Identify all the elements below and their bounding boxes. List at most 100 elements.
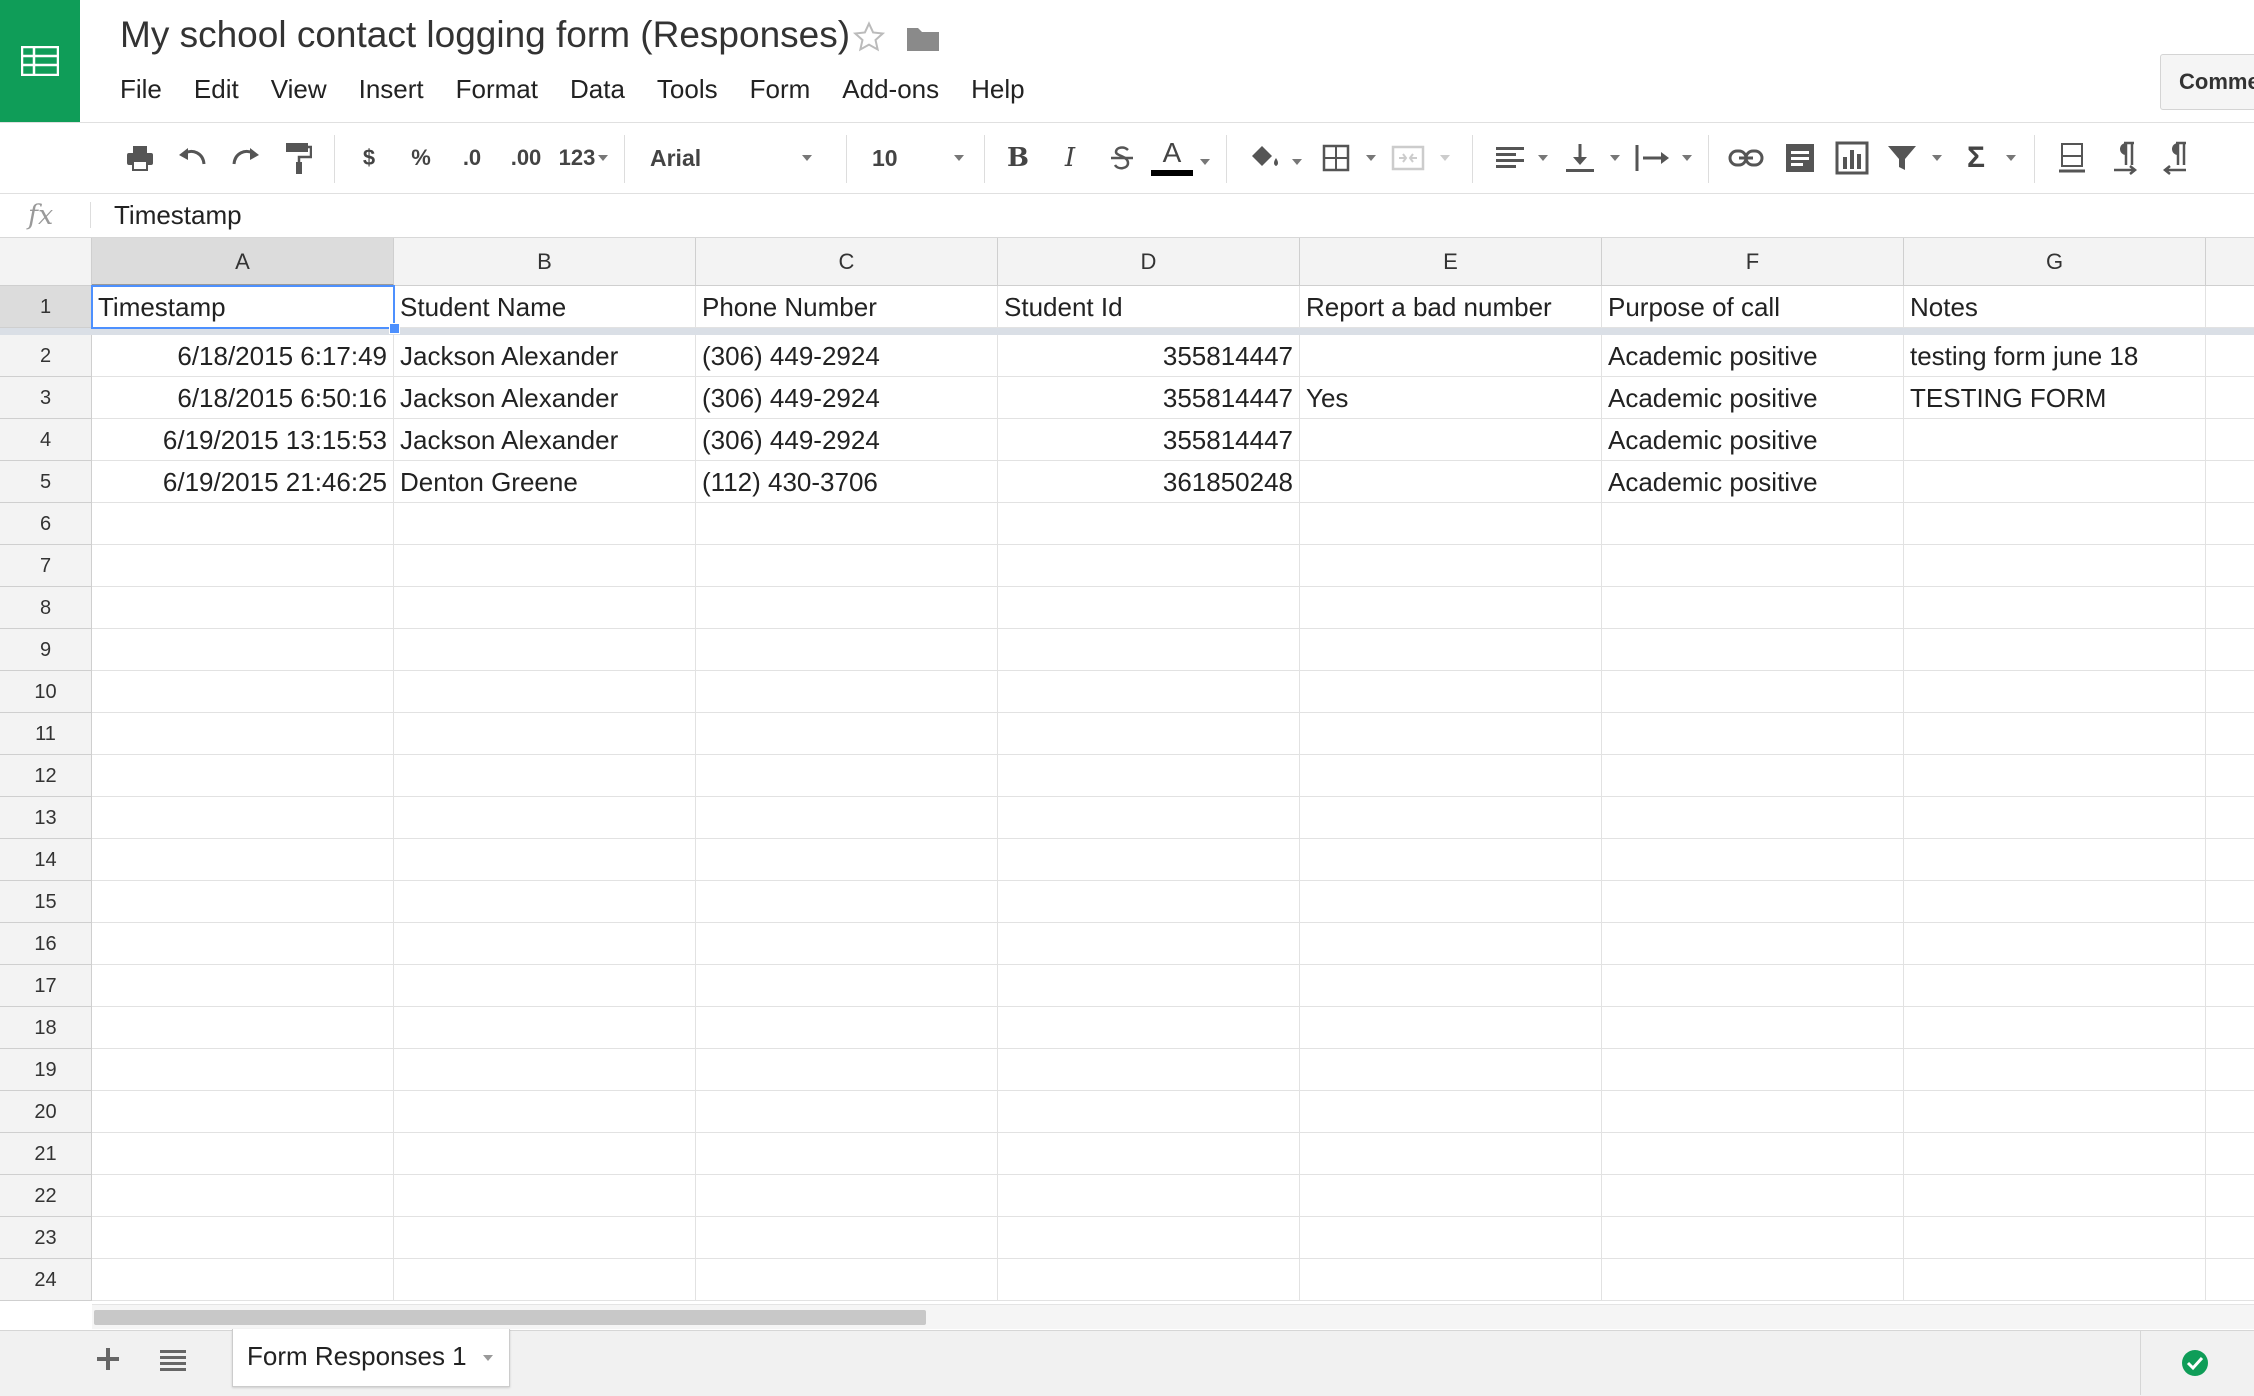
menu-form[interactable]: Form bbox=[750, 72, 811, 107]
cell-a14[interactable] bbox=[92, 839, 394, 881]
cell-e15[interactable] bbox=[1300, 881, 1602, 923]
cell-e17[interactable] bbox=[1300, 965, 1602, 1007]
cell-e16[interactable] bbox=[1300, 923, 1602, 965]
cell-b2[interactable]: Jackson Alexander bbox=[394, 335, 696, 377]
cell-f20[interactable] bbox=[1602, 1091, 1904, 1133]
cell-d17[interactable] bbox=[998, 965, 1300, 1007]
menu-tools[interactable]: Tools bbox=[657, 72, 718, 107]
column-header-d[interactable]: D bbox=[998, 238, 1300, 286]
cell-d9[interactable] bbox=[998, 629, 1300, 671]
cell-g1[interactable]: Notes bbox=[1904, 286, 2206, 328]
cell-g16[interactable] bbox=[1904, 923, 2206, 965]
grid-cell-filler[interactable] bbox=[2206, 923, 2254, 965]
cell-c4[interactable]: (306) 449-2924 bbox=[696, 419, 998, 461]
menu-help[interactable]: Help bbox=[971, 72, 1024, 107]
cell-d7[interactable] bbox=[998, 545, 1300, 587]
cell-c7[interactable] bbox=[696, 545, 998, 587]
cell-f13[interactable] bbox=[1602, 797, 1904, 839]
cell-f3[interactable]: Academic positive bbox=[1602, 377, 1904, 419]
grid-cell-filler[interactable] bbox=[2206, 503, 2254, 545]
cell-b21[interactable] bbox=[394, 1133, 696, 1175]
cell-e13[interactable] bbox=[1300, 797, 1602, 839]
cell-b4[interactable]: Jackson Alexander bbox=[394, 419, 696, 461]
cell-g8[interactable] bbox=[1904, 587, 2206, 629]
grid-cell-filler[interactable] bbox=[2206, 1259, 2254, 1301]
cell-a18[interactable] bbox=[92, 1007, 394, 1049]
row-header-18[interactable]: 18 bbox=[0, 1007, 92, 1049]
functions-icon[interactable]: Σ bbox=[1958, 123, 1994, 193]
cell-a11[interactable] bbox=[92, 713, 394, 755]
cell-g5[interactable] bbox=[1904, 461, 2206, 503]
grid-cell-filler[interactable] bbox=[2206, 965, 2254, 1007]
insert-link-icon[interactable] bbox=[1726, 123, 1766, 193]
cell-a20[interactable] bbox=[92, 1091, 394, 1133]
cell-g22[interactable] bbox=[1904, 1175, 2206, 1217]
grid-cell-filler[interactable] bbox=[2206, 1007, 2254, 1049]
cell-d6[interactable] bbox=[998, 503, 1300, 545]
cell-e7[interactable] bbox=[1300, 545, 1602, 587]
cell-f16[interactable] bbox=[1602, 923, 1904, 965]
cell-f7[interactable] bbox=[1602, 545, 1904, 587]
cell-d21[interactable] bbox=[998, 1133, 1300, 1175]
cell-g7[interactable] bbox=[1904, 545, 2206, 587]
rtl-direction-icon[interactable] bbox=[2156, 123, 2196, 193]
cell-f1[interactable]: Purpose of call bbox=[1602, 286, 1904, 328]
grid-cell-filler[interactable] bbox=[2206, 797, 2254, 839]
cell-a23[interactable] bbox=[92, 1217, 394, 1259]
grid-cell-filler[interactable] bbox=[2206, 377, 2254, 419]
cell-g13[interactable] bbox=[1904, 797, 2206, 839]
menu-addons[interactable]: Add-ons bbox=[842, 72, 939, 107]
cell-g21[interactable] bbox=[1904, 1133, 2206, 1175]
grid-cell-filler[interactable] bbox=[2206, 1175, 2254, 1217]
sheet-tab-caret-icon[interactable] bbox=[483, 1355, 493, 1361]
cell-b22[interactable] bbox=[394, 1175, 696, 1217]
cell-f15[interactable] bbox=[1602, 881, 1904, 923]
row-header-9[interactable]: 9 bbox=[0, 629, 92, 671]
cell-c1[interactable]: Phone Number bbox=[696, 286, 998, 328]
row-header-3[interactable]: 3 bbox=[0, 377, 92, 419]
cell-f19[interactable] bbox=[1602, 1049, 1904, 1091]
cell-d8[interactable] bbox=[998, 587, 1300, 629]
cell-a21[interactable] bbox=[92, 1133, 394, 1175]
cell-c22[interactable] bbox=[696, 1175, 998, 1217]
cell-d13[interactable] bbox=[998, 797, 1300, 839]
cell-g4[interactable] bbox=[1904, 419, 2206, 461]
cell-d3[interactable]: 355814447 bbox=[998, 377, 1300, 419]
fill-color-icon[interactable] bbox=[1244, 123, 1288, 193]
grid-cell-filler[interactable] bbox=[2206, 335, 2254, 377]
menu-format[interactable]: Format bbox=[456, 72, 538, 107]
grid-cell-filler[interactable] bbox=[2206, 286, 2254, 328]
cell-b15[interactable] bbox=[394, 881, 696, 923]
cell-c19[interactable] bbox=[696, 1049, 998, 1091]
cell-b24[interactable] bbox=[394, 1259, 696, 1301]
menu-insert[interactable]: Insert bbox=[359, 72, 424, 107]
cell-b13[interactable] bbox=[394, 797, 696, 839]
cell-d18[interactable] bbox=[998, 1007, 1300, 1049]
cell-d4[interactable]: 355814447 bbox=[998, 419, 1300, 461]
strikethrough-icon[interactable] bbox=[1104, 123, 1140, 193]
cell-d2[interactable]: 355814447 bbox=[998, 335, 1300, 377]
cell-b19[interactable] bbox=[394, 1049, 696, 1091]
cell-e8[interactable] bbox=[1300, 587, 1602, 629]
sheets-logo-icon[interactable] bbox=[0, 0, 80, 122]
print-icon[interactable] bbox=[120, 123, 160, 193]
menu-file[interactable]: File bbox=[120, 72, 162, 107]
borders-icon[interactable] bbox=[1316, 123, 1356, 193]
column-header-a[interactable]: A bbox=[92, 238, 394, 286]
row-header-23[interactable]: 23 bbox=[0, 1217, 92, 1259]
cell-d19[interactable] bbox=[998, 1049, 1300, 1091]
row-header-14[interactable]: 14 bbox=[0, 839, 92, 881]
cell-e21[interactable] bbox=[1300, 1133, 1602, 1175]
cell-d24[interactable] bbox=[998, 1259, 1300, 1301]
cell-c15[interactable] bbox=[696, 881, 998, 923]
row-header-1[interactable]: 1 bbox=[0, 286, 92, 328]
cell-a7[interactable] bbox=[92, 545, 394, 587]
cell-b10[interactable] bbox=[394, 671, 696, 713]
cell-c3[interactable]: (306) 449-2924 bbox=[696, 377, 998, 419]
cell-d16[interactable] bbox=[998, 923, 1300, 965]
document-title[interactable]: My school contact logging form (Response… bbox=[120, 14, 850, 56]
cell-b8[interactable] bbox=[394, 587, 696, 629]
formula-input[interactable]: Timestamp bbox=[114, 200, 242, 231]
increase-decimal-button[interactable]: .00 bbox=[504, 123, 548, 193]
cell-b18[interactable] bbox=[394, 1007, 696, 1049]
